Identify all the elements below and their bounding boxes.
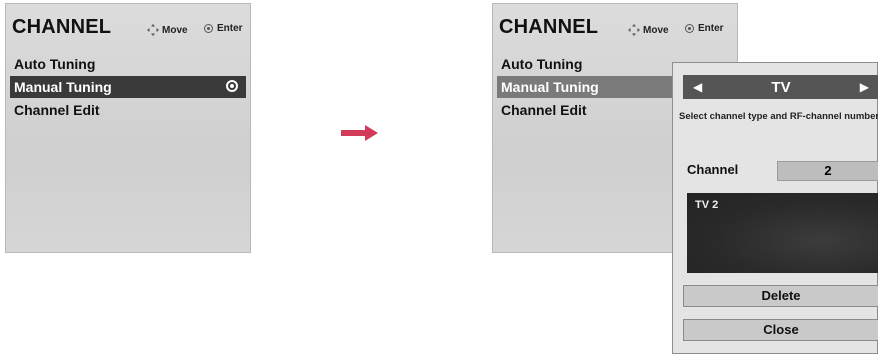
move-hint: Move: [146, 23, 188, 37]
enter-icon: [204, 24, 213, 33]
move-arrows-icon: [628, 24, 640, 36]
enter-hint: Enter: [685, 23, 724, 34]
menu-item-manual-tuning[interactable]: Manual Tuning: [10, 76, 246, 98]
panel-title: CHANNEL: [499, 15, 599, 38]
channel-label: Channel: [687, 162, 739, 177]
channel-type-selector[interactable]: ◀ TV ▶: [683, 75, 878, 99]
transition-arrow-icon: [341, 125, 378, 141]
move-hint: Move: [627, 23, 669, 37]
channel-preview: TV 2: [687, 193, 878, 273]
channel-menu-panel-left: CHANNEL Move Enter Auto Tuning Manual Tu…: [5, 3, 251, 253]
selected-radio-icon: [226, 80, 238, 92]
left-arrow-icon[interactable]: ◀: [693, 80, 702, 94]
menu-item-auto-tuning[interactable]: Auto Tuning: [497, 53, 673, 75]
channel-type-value: TV: [771, 78, 791, 96]
preview-label: TV 2: [695, 199, 719, 211]
panel-title: CHANNEL: [12, 15, 112, 38]
delete-button[interactable]: Delete: [683, 285, 878, 307]
enter-icon: [685, 24, 694, 33]
move-arrows-icon: [147, 24, 159, 36]
menu-item-manual-tuning[interactable]: Manual Tuning: [497, 76, 673, 98]
right-arrow-icon[interactable]: ▶: [860, 80, 869, 94]
menu-item-channel-edit[interactable]: Channel Edit: [497, 99, 673, 121]
menu-item-auto-tuning[interactable]: Auto Tuning: [10, 53, 246, 75]
enter-hint: Enter: [204, 23, 243, 34]
manual-tuning-popup: ◀ TV ▶ Select channel type and RF-channe…: [672, 62, 878, 354]
menu-item-channel-edit[interactable]: Channel Edit: [10, 99, 246, 121]
instruction-text: Select channel type and RF-channel numbe…: [679, 111, 878, 122]
close-button[interactable]: Close: [683, 319, 878, 341]
channel-number-field[interactable]: 2: [777, 161, 878, 181]
